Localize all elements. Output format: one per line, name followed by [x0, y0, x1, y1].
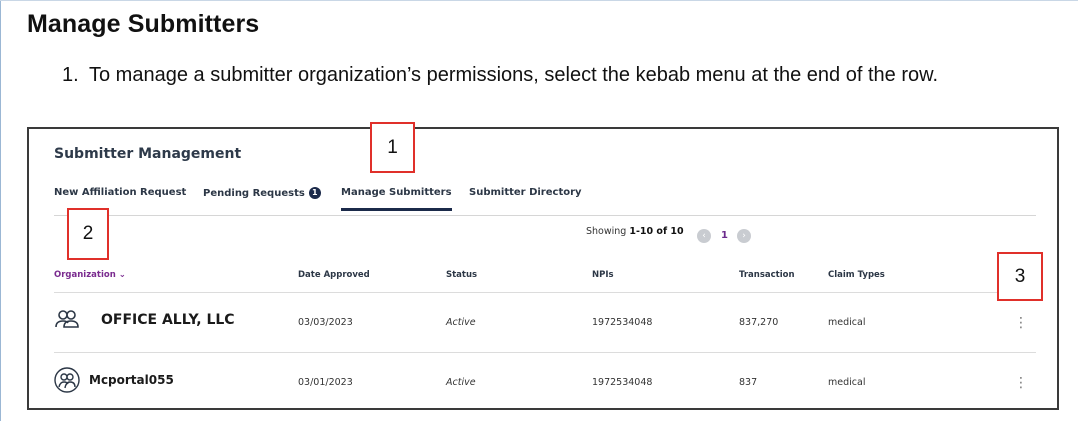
tab-label: Submitter Directory	[469, 187, 582, 198]
tab-new-affiliation-request[interactable]: New Affiliation Request	[54, 187, 186, 198]
column-header-transaction: Transaction	[739, 270, 795, 280]
chevron-left-icon[interactable]: ‹	[697, 229, 711, 243]
column-header-organization[interactable]: Organization ⌄	[54, 270, 126, 280]
tabs-divider	[54, 215, 1036, 216]
column-label: Organization	[54, 270, 116, 280]
kebab-menu-icon[interactable]: ⋮	[1014, 376, 1028, 390]
status-cell: Active	[446, 317, 476, 328]
organization-name[interactable]: Mcportal055	[89, 373, 174, 387]
transaction-cell: 837	[739, 377, 758, 388]
status-cell: Active	[446, 377, 476, 388]
tab-label: Manage Submitters	[341, 187, 452, 198]
pagination-summary: Showing 1-10 of 10	[586, 226, 684, 237]
callout-1: 1	[370, 122, 415, 173]
tab-label: Pending Requests	[203, 188, 305, 199]
column-header-date-approved: Date Approved	[298, 270, 370, 280]
left-margin-rule	[0, 0, 1, 421]
page-heading: Manage Submitters	[27, 10, 260, 38]
tab-manage-submitters[interactable]: Manage Submitters	[341, 187, 452, 211]
column-header-npis: NPIs	[592, 270, 614, 280]
step-text: To manage a submitter organization’s per…	[89, 64, 939, 86]
submitter-management-panel: Submitter Management New Affiliation Req…	[27, 127, 1059, 410]
tab-label: New Affiliation Request	[54, 187, 187, 198]
row-divider	[54, 292, 1036, 293]
users-icon	[55, 310, 79, 328]
showing-prefix: Showing	[586, 226, 630, 237]
instruction-step: 1. To manage a submitter organization’s …	[62, 62, 1062, 88]
step-number: 1.	[62, 64, 79, 86]
pending-count-badge: 1	[308, 187, 321, 199]
column-header-status: Status	[446, 270, 478, 280]
page-number[interactable]: 1	[721, 229, 728, 243]
column-header-claim-types: Claim Types	[828, 270, 885, 280]
callout-3: 3	[997, 252, 1043, 301]
panel-title: Submitter Management	[54, 146, 242, 162]
npis-cell: 1972534048	[592, 377, 653, 388]
chevron-right-icon[interactable]: ›	[737, 229, 751, 243]
npis-cell: 1972534048	[592, 317, 653, 328]
chevron-down-icon: ⌄	[115, 270, 126, 280]
top-margin-rule	[0, 0, 1078, 1]
claim-types-cell: medical	[828, 317, 866, 328]
transaction-cell: 837,270	[739, 317, 779, 328]
date-approved-cell: 03/03/2023	[298, 317, 353, 328]
row-divider	[54, 352, 1036, 353]
users-icon	[54, 367, 80, 393]
tab-submitter-directory[interactable]: Submitter Directory	[469, 187, 582, 198]
organization-name[interactable]: OFFICE ALLY, LLC	[101, 312, 235, 328]
callout-2: 2	[67, 208, 109, 260]
date-approved-cell: 03/01/2023	[298, 377, 353, 388]
tab-pending-requests[interactable]: Pending Requests 1	[203, 187, 321, 199]
claim-types-cell: medical	[828, 377, 866, 388]
showing-range: 1-10 of 10	[629, 226, 684, 237]
kebab-menu-icon[interactable]: ⋮	[1014, 316, 1028, 330]
